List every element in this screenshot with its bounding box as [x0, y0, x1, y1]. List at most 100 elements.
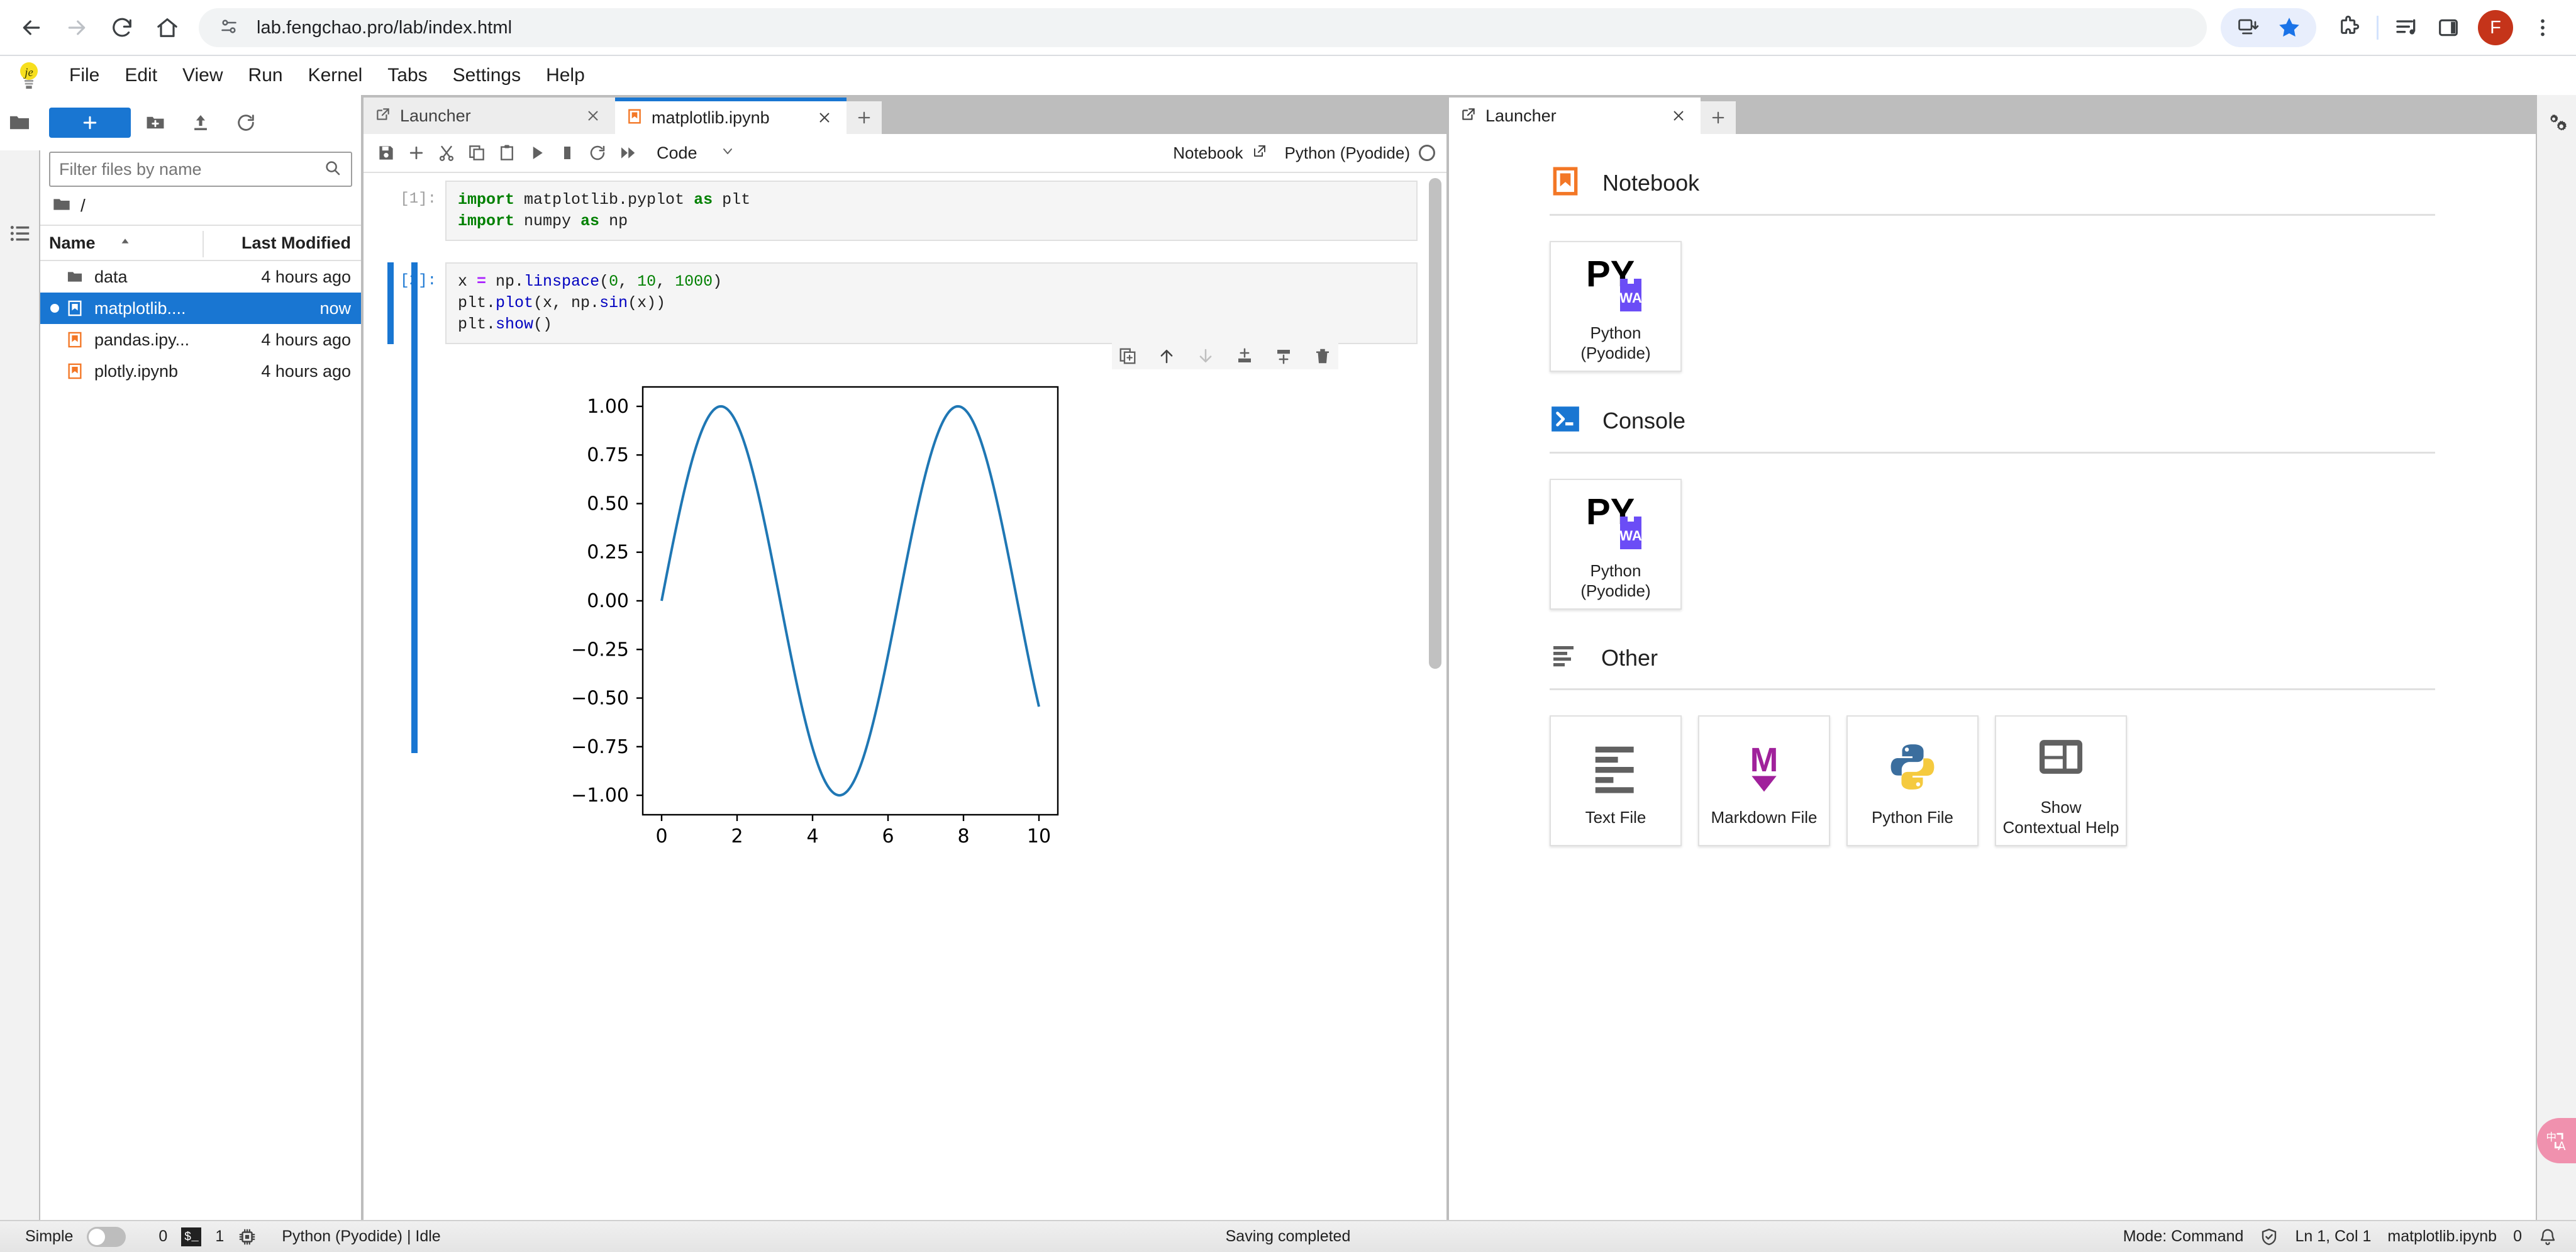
forward-button[interactable]	[54, 5, 99, 50]
insert-cell-below-icon[interactable]	[1273, 345, 1294, 367]
close-icon[interactable]	[814, 110, 835, 125]
launcher-card-text-file[interactable]: Text File	[1550, 715, 1682, 846]
notebook-cell[interactable]: [2]: x = np.linspace(0, 10, 1000) plt.pl…	[364, 256, 1433, 753]
svg-text:WA: WA	[1619, 290, 1642, 306]
breadcrumb-root[interactable]: /	[80, 196, 86, 216]
launcher-card-contextual-help[interactable]: Show Contextual Help	[1995, 715, 2127, 846]
list-item[interactable]: plotly.ipynb 4 hours ago	[40, 355, 361, 387]
install-app-icon[interactable]	[2227, 7, 2268, 48]
cell-active-bar	[411, 262, 418, 753]
reload-button[interactable]	[99, 5, 145, 50]
sidebar-item-commands[interactable]	[0, 206, 40, 261]
upload-icon[interactable]	[180, 108, 221, 138]
address-bar[interactable]: lab.fengchao.pro/lab/index.html	[199, 8, 2207, 47]
restart-run-all-icon[interactable]	[614, 137, 641, 169]
folder-icon	[64, 268, 86, 286]
menu-run[interactable]: Run	[236, 61, 296, 90]
section-header: Other	[1550, 610, 2435, 674]
tab-launcher[interactable]: Launcher	[364, 98, 615, 134]
launcher-section-other: Other Text File M Markdown File Python F…	[1550, 610, 2435, 846]
menu-kernel[interactable]: Kernel	[296, 61, 375, 90]
notebook-mode-label[interactable]: Notebook	[1173, 143, 1243, 163]
file-modified: 4 hours ago	[261, 330, 351, 349]
launcher-card-python-file[interactable]: Python File	[1846, 715, 1979, 846]
filter-files-input[interactable]: Filter files by name	[49, 152, 352, 187]
star-icon[interactable]	[2268, 7, 2310, 48]
card-label: Show Contextual Help	[2002, 798, 2119, 837]
sidebar-item-file-browser[interactable]	[0, 95, 40, 150]
external-link-icon[interactable]	[1252, 143, 1267, 163]
browser-actions: F	[2221, 7, 2576, 48]
stop-icon[interactable]	[553, 137, 581, 169]
list-item[interactable]: pandas.ipy... 4 hours ago	[40, 324, 361, 355]
media-list-icon[interactable]	[2386, 7, 2428, 48]
notebook-section-icon	[1550, 165, 1581, 200]
home-button[interactable]	[145, 5, 190, 50]
kebab-menu-icon[interactable]	[2522, 7, 2563, 48]
notebook-icon	[64, 362, 86, 380]
cell-type-select[interactable]: Code	[657, 143, 735, 163]
duplicate-cell-icon[interactable]	[1117, 345, 1138, 367]
ime-translate-icon[interactable]: 中 A	[2537, 1118, 2576, 1163]
notebook-tab-bar: Launcher matplotlib.ipynb	[364, 95, 1448, 134]
column-header-modified[interactable]: Last Modified	[242, 233, 351, 253]
menu-edit[interactable]: Edit	[112, 61, 170, 90]
section-title: Notebook	[1602, 169, 1700, 196]
tab-matplotlib-notebook[interactable]: matplotlib.ipynb	[615, 98, 847, 134]
sidebar-item-property-inspector[interactable]	[2537, 95, 2576, 150]
menu-help[interactable]: Help	[533, 61, 597, 90]
list-item[interactable]: data 4 hours ago	[40, 261, 361, 293]
menu-tabs[interactable]: Tabs	[375, 61, 440, 90]
list-item[interactable]: matplotlib.... now	[40, 293, 361, 324]
text-file-icon	[1587, 734, 1644, 800]
cell-editor[interactable]: x = np.linspace(0, 10, 1000) plt.plot(x,…	[445, 262, 1418, 344]
menu-settings[interactable]: Settings	[440, 61, 533, 90]
new-folder-icon[interactable]	[135, 108, 176, 138]
menu-file[interactable]: File	[57, 61, 112, 90]
close-icon[interactable]	[582, 108, 604, 123]
scrollbar-thumb[interactable]	[1429, 178, 1441, 669]
paste-icon[interactable]	[493, 137, 521, 169]
launcher-card-python-pyodide-console[interactable]: PY WA Python (Pyodide)	[1550, 479, 1682, 610]
run-icon[interactable]	[523, 137, 551, 169]
launcher-card-markdown-file[interactable]: M Markdown File	[1698, 715, 1830, 846]
breadcrumb[interactable]: /	[40, 187, 361, 225]
delete-cell-icon[interactable]	[1312, 345, 1333, 367]
launcher-card-python-pyodide-notebook[interactable]: PY WA Python (Pyodide)	[1550, 241, 1682, 372]
notebook-cell[interactable]: [1]: import matplotlib.pyplot as plt imp…	[364, 174, 1433, 247]
notebook-scrollbar[interactable]	[1426, 178, 1443, 1147]
menu-view[interactable]: View	[170, 61, 235, 90]
add-tab-button[interactable]	[847, 101, 882, 134]
close-icon[interactable]	[1668, 108, 1689, 123]
restart-icon[interactable]	[584, 137, 611, 169]
insert-cell-icon[interactable]	[402, 137, 430, 169]
file-name: matplotlib....	[94, 298, 186, 318]
refresh-icon[interactable]	[225, 108, 267, 138]
browser-toolbar: lab.fengchao.pro/lab/index.html F	[0, 0, 2576, 55]
notebook-icon	[64, 331, 86, 349]
svg-text:−0.25: −0.25	[571, 639, 629, 661]
move-cell-down-icon[interactable]	[1195, 345, 1216, 367]
add-tab-button[interactable]	[1701, 101, 1736, 134]
cell-toolbar	[1112, 343, 1338, 369]
jupyter-menubar: je File Edit View Run Kernel Tabs Settin…	[0, 56, 2576, 95]
cut-icon[interactable]	[433, 137, 460, 169]
save-icon[interactable]	[372, 137, 400, 169]
insert-cell-above-icon[interactable]	[1234, 345, 1255, 367]
tab-launcher[interactable]: Launcher	[1449, 98, 1701, 134]
puzzle-icon[interactable]	[2328, 7, 2369, 48]
notebook-toolbar-right: Notebook Python (Pyodide)	[1173, 143, 1435, 163]
back-button[interactable]	[9, 5, 54, 50]
kernel-name-label[interactable]: Python (Pyodide)	[1285, 143, 1410, 163]
python-file-icon	[1884, 734, 1941, 800]
side-panel-icon[interactable]	[2428, 7, 2469, 48]
console-section-icon	[1550, 403, 1581, 438]
avatar[interactable]: F	[2478, 10, 2513, 45]
move-cell-up-icon[interactable]	[1156, 345, 1177, 367]
column-header-name[interactable]: Name	[49, 233, 132, 253]
site-settings-icon[interactable]	[218, 15, 240, 41]
copy-icon[interactable]	[463, 137, 491, 169]
new-launcher-button[interactable]	[49, 108, 131, 138]
cell-editor[interactable]: import matplotlib.pyplot as plt import n…	[445, 181, 1418, 241]
file-name: plotly.ipynb	[94, 361, 179, 381]
